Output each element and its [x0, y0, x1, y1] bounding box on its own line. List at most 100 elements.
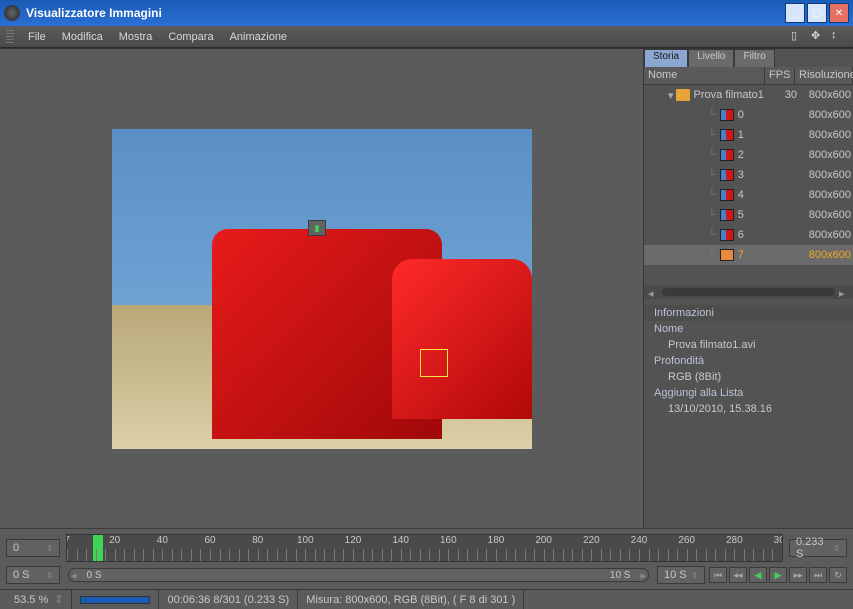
- frame-res: 800x600: [797, 229, 853, 241]
- slider-left-arrow-icon[interactable]: ◂: [69, 569, 79, 582]
- move-icon[interactable]: ✥: [811, 29, 827, 45]
- scroll-left-icon[interactable]: ◂: [648, 287, 658, 297]
- tree-root[interactable]: ▾ Prova filmato1 30 800x600: [644, 85, 853, 105]
- goto-end-button[interactable]: ⏭: [809, 567, 827, 583]
- panel-layout-icon[interactable]: ▯: [791, 29, 807, 45]
- window-title: Visualizzatore Immagini: [26, 6, 783, 20]
- status-misura: Misura: 800x600, RGB (8Bit), ( F 8 di 30…: [298, 590, 524, 609]
- root-res: 800x600: [797, 89, 853, 101]
- frame-label: 6: [738, 229, 797, 241]
- tick-label: 20: [109, 535, 120, 546]
- menu-mostra[interactable]: Mostra: [111, 31, 161, 43]
- tree-hscrollbar[interactable]: ◂ ▸: [644, 285, 853, 299]
- tree-frame-row[interactable]: └6800x600: [644, 225, 853, 245]
- zoom-field[interactable]: 53.5 % ⇕: [6, 590, 72, 609]
- frame-res: 800x600: [797, 129, 853, 141]
- tick-label: 120: [345, 535, 362, 546]
- playback-controls: ⏮ ◂◂ ◀ ▶ ▸▸ ⏭ ▮ ▮ ↻: [709, 567, 847, 583]
- timeline-end-value: 0.233 S: [796, 536, 833, 560]
- tab-filtro[interactable]: Filtro: [734, 49, 774, 67]
- app-icon: [4, 5, 20, 21]
- frame-res: 800x600: [797, 149, 853, 161]
- prev-frame-button[interactable]: ◂◂: [729, 567, 747, 583]
- scroll-right-icon[interactable]: ▸: [839, 287, 849, 297]
- tick-label: 80: [252, 535, 263, 546]
- side-tabs: Storia Livello Filtro: [644, 49, 853, 67]
- frame-thumbnail-icon: [720, 129, 734, 141]
- marker-b-button[interactable]: ▮: [308, 220, 326, 236]
- scene-object-arm: [392, 259, 532, 419]
- close-button[interactable]: ✕: [829, 3, 849, 23]
- slider-right-value: 10 S: [610, 570, 639, 581]
- tick-label: 140: [392, 535, 409, 546]
- frame-res: 800x600: [797, 169, 853, 181]
- frame-thumbnail-icon: [720, 189, 734, 201]
- tick-label: 240: [631, 535, 648, 546]
- stepper-icon[interactable]: ⇕: [691, 571, 698, 580]
- loop-button[interactable]: ↻: [829, 567, 847, 583]
- frame-label: 7: [738, 249, 797, 261]
- stepper-icon[interactable]: ⇕: [46, 544, 53, 553]
- frame-label: 2: [738, 149, 797, 161]
- menubar: File Modifica Mostra Compara Animazione …: [0, 26, 853, 48]
- tab-storia[interactable]: Storia: [644, 49, 688, 67]
- range-slider[interactable]: ◂ 0 S 10 S ▸: [68, 568, 649, 582]
- menu-grip-icon: [6, 30, 14, 44]
- minimize-button[interactable]: _: [785, 3, 805, 23]
- tree-frame-row[interactable]: └2800x600: [644, 145, 853, 165]
- info-nome-label: Nome: [644, 321, 853, 337]
- frame-label: 0: [738, 109, 797, 121]
- zoom-value: 53.5 %: [14, 594, 48, 606]
- scroll-track[interactable]: [662, 288, 835, 296]
- range-left-field[interactable]: 0 S ⇕: [6, 566, 60, 584]
- frame-thumbnail-icon: [720, 169, 734, 181]
- tab-livello[interactable]: Livello: [688, 49, 734, 67]
- next-frame-button[interactable]: ▸▸: [789, 567, 807, 583]
- maximize-button[interactable]: ▢: [807, 3, 827, 23]
- zoom-slider-cell: [72, 590, 159, 609]
- status-time: 00:06:36 8/301 (0.233 S): [159, 590, 298, 609]
- menu-modifica[interactable]: Modifica: [54, 31, 111, 43]
- tree-frame-row[interactable]: └4800x600: [644, 185, 853, 205]
- frame-thumbnail-icon: [720, 209, 734, 221]
- zoom-slider[interactable]: [80, 596, 150, 604]
- tree-frame-row[interactable]: └5800x600: [644, 205, 853, 225]
- stepper-icon[interactable]: ⇕: [54, 593, 63, 606]
- tick-label: 260: [678, 535, 695, 546]
- timeline-start-field[interactable]: 0 ⇕: [6, 539, 60, 557]
- tree-frame-row[interactable]: └3800x600: [644, 165, 853, 185]
- frame-label: 3: [738, 169, 797, 181]
- slider-right-arrow-icon[interactable]: ▸: [638, 569, 648, 582]
- side-panel: Storia Livello Filtro Nome FPS Risoluzio…: [643, 49, 853, 528]
- viewport[interactable]: [0, 49, 643, 528]
- col-nome[interactable]: Nome: [644, 67, 765, 84]
- timeline-ruler[interactable]: 7204060801001201401601802002202402602803…: [66, 534, 783, 562]
- tick-label: 280: [726, 535, 743, 546]
- collapse-icon[interactable]: ↕: [831, 29, 847, 45]
- menu-file[interactable]: File: [20, 31, 54, 43]
- info-nome-value: Prova filmato1.avi: [644, 337, 853, 353]
- goto-start-button[interactable]: ⏮: [709, 567, 727, 583]
- main-area: Storia Livello Filtro Nome FPS Risoluzio…: [0, 48, 853, 528]
- play-forward-button[interactable]: ▶: [769, 567, 787, 583]
- tree-frame-row[interactable]: └7800x600: [644, 245, 853, 265]
- tick-label: 60: [204, 535, 215, 546]
- stepper-icon[interactable]: ⇕: [46, 571, 53, 580]
- tree-frame-row[interactable]: └0800x600: [644, 105, 853, 125]
- col-fps[interactable]: FPS: [765, 67, 795, 84]
- tick-label: 40: [157, 535, 168, 546]
- tree-frame-row[interactable]: └1800x600: [644, 125, 853, 145]
- play-back-button[interactable]: ◀: [749, 567, 767, 583]
- timeline-start-value: 0: [13, 542, 19, 554]
- chevron-down-icon[interactable]: ▾: [668, 89, 674, 102]
- timeline-end-field[interactable]: 0.233 S ⇕: [789, 539, 847, 557]
- menu-animazione[interactable]: Animazione: [222, 31, 295, 43]
- tick-label: 220: [583, 535, 600, 546]
- range-right-field[interactable]: 10 S ⇕: [657, 566, 705, 584]
- stepper-icon[interactable]: ⇕: [833, 544, 840, 553]
- frame-thumbnail-icon: [720, 149, 734, 161]
- tick-label: 300: [774, 535, 783, 546]
- menu-compara[interactable]: Compara: [160, 31, 221, 43]
- info-panel: Informazioni Nome Prova filmato1.avi Pro…: [644, 299, 853, 528]
- col-risoluzione[interactable]: Risoluzione: [795, 67, 853, 84]
